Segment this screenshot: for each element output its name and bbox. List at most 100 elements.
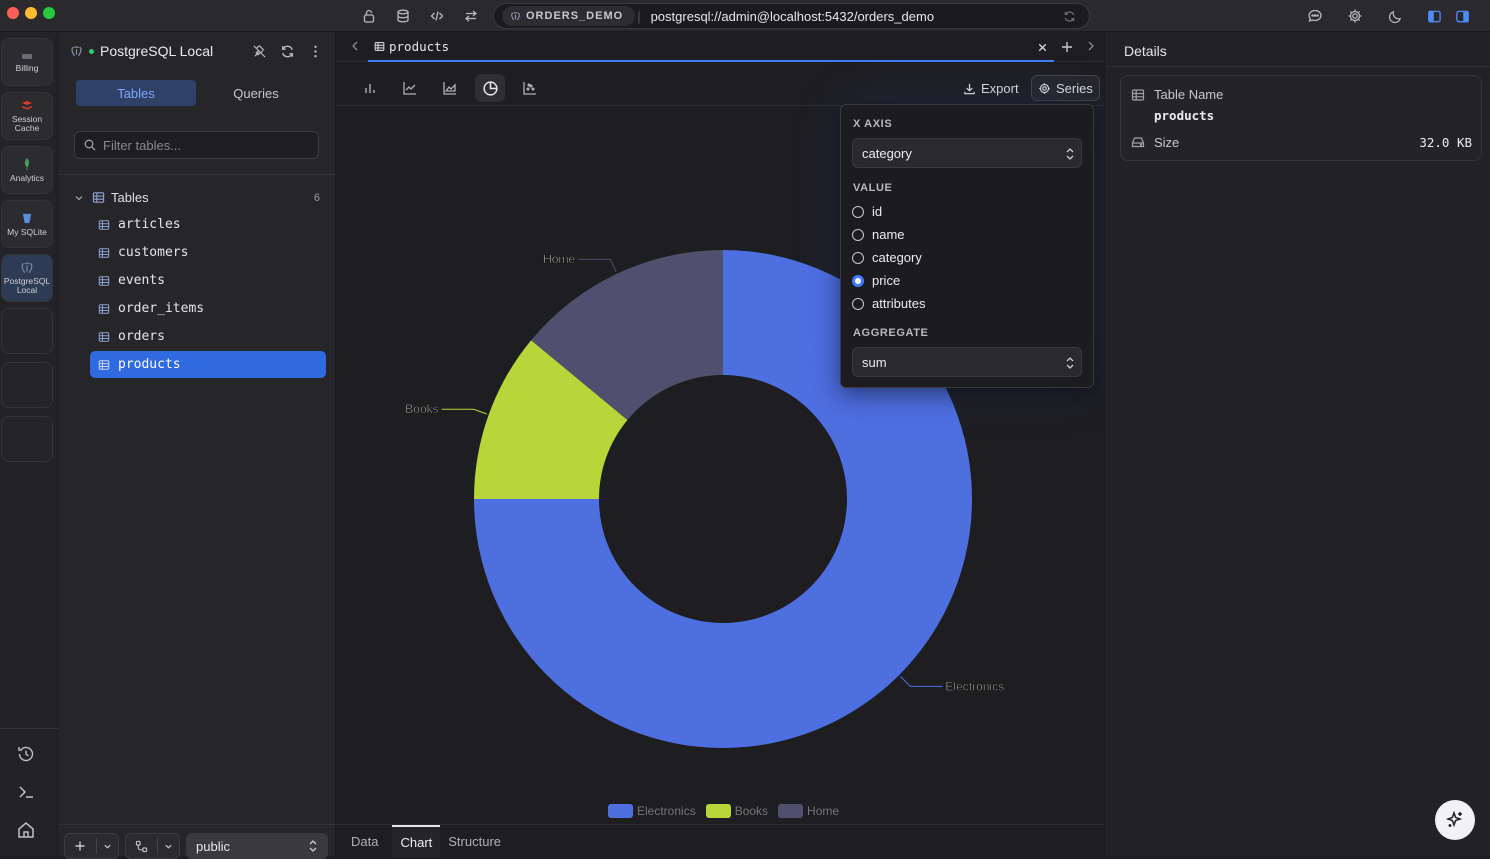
redis-icon: [22, 101, 32, 110]
x-axis-select[interactable]: category: [852, 138, 1082, 168]
minimize-window-button[interactable]: [25, 7, 37, 19]
chevron-left-icon[interactable]: [350, 40, 362, 54]
radio-button[interactable]: [852, 274, 864, 287]
rail-slot-empty[interactable]: [1, 416, 53, 462]
swap-icon[interactable]: [461, 6, 481, 26]
right-panel-toggle-icon[interactable]: [1452, 6, 1472, 26]
plus-icon: [75, 841, 85, 851]
ai-assistant-button[interactable]: [1435, 800, 1475, 840]
filter-tables-input[interactable]: Filter tables...: [74, 131, 319, 159]
value-option-price[interactable]: price: [852, 273, 900, 288]
table-item-articles[interactable]: articles: [90, 211, 326, 238]
rail-item-session-cache[interactable]: Session Cache: [1, 92, 53, 140]
left-panel-toggle-icon[interactable]: [1424, 6, 1444, 26]
connected-status-dot: [89, 48, 94, 54]
gear-icon[interactable]: [1345, 6, 1365, 26]
rail-item-postgresql-local[interactable]: PostgreSQL Local: [1, 254, 53, 302]
aggregate-select[interactable]: sum: [852, 347, 1082, 377]
gear-icon: [1039, 82, 1050, 94]
radio-button[interactable]: [852, 228, 864, 241]
moon-icon[interactable]: [1385, 6, 1405, 26]
rail-slot-empty[interactable]: [1, 362, 53, 408]
tab-chart[interactable]: Chart: [392, 825, 441, 857]
value-option-id[interactable]: id: [852, 204, 882, 219]
legend-item[interactable]: Home: [778, 804, 839, 818]
home-icon[interactable]: [16, 820, 38, 842]
legend-item[interactable]: Books: [705, 804, 768, 818]
series-popover: X AXIS category VALUE id name category pric…: [840, 104, 1094, 388]
rail-item-my-sqlite[interactable]: My SQLite: [1, 200, 53, 248]
connection-url: postgresql://admin@localhost:5432/orders…: [650, 8, 935, 24]
tables-group-header[interactable]: Tables 6: [74, 190, 320, 205]
table-item-label: products: [118, 357, 181, 372]
schema-tools-button[interactable]: [125, 833, 180, 859]
tables-count: 6: [313, 191, 320, 204]
legend-swatch: [608, 804, 633, 818]
pie-chart-icon[interactable]: [475, 74, 505, 102]
rail-item-analytics[interactable]: Analytics: [1, 146, 53, 194]
postgres-elephant-icon: [511, 11, 520, 20]
history-icon[interactable]: [16, 744, 38, 766]
radio-button[interactable]: [852, 251, 864, 264]
value-option-category[interactable]: category: [852, 250, 922, 265]
table-item-customers[interactable]: customers: [90, 239, 326, 266]
table-icon: [374, 41, 385, 51]
details-title: Details: [1124, 43, 1167, 59]
table-item-orders[interactable]: orders: [90, 323, 326, 350]
table-icon: [98, 359, 110, 371]
tables-heading: Tables: [111, 190, 149, 205]
chat-icon[interactable]: [1305, 6, 1325, 26]
new-tab-icon[interactable]: [1060, 40, 1074, 54]
value-option-name[interactable]: name: [852, 227, 905, 242]
rail-slot-empty[interactable]: [1, 308, 53, 354]
divider: [96, 838, 97, 854]
value-option-label: price: [872, 273, 901, 288]
tab-data[interactable]: Data: [343, 825, 386, 857]
tab-structure[interactable]: Structure: [440, 825, 509, 857]
bar-chart-icon[interactable]: [355, 74, 385, 102]
tab-queries[interactable]: Queries: [196, 80, 316, 106]
add-button[interactable]: [64, 833, 119, 859]
table-icon: [98, 219, 110, 231]
radio-button[interactable]: [852, 297, 864, 310]
refresh-icon[interactable]: [280, 44, 296, 60]
legend-label: Electronics: [637, 804, 696, 818]
tab-tables[interactable]: Tables: [76, 80, 196, 106]
chevron-right-icon[interactable]: [1086, 40, 1098, 54]
scatter-chart-icon[interactable]: [515, 74, 545, 102]
connection-bar[interactable]: ORDERS_DEMO | postgresql://admin@localho…: [493, 3, 1090, 29]
database-icon[interactable]: [393, 6, 413, 26]
x-axis-label: X AXIS: [853, 118, 893, 130]
table-item-order_items[interactable]: order_items: [90, 295, 326, 322]
refresh-connection-icon[interactable]: [1063, 10, 1077, 24]
slice-label: Electronics: [945, 679, 1004, 693]
hard-drive-icon: [1131, 135, 1145, 149]
legend-item[interactable]: Electronics: [608, 804, 696, 818]
table-item-products[interactable]: products: [90, 351, 326, 378]
leader-line: [578, 258, 617, 273]
code-icon[interactable]: [427, 6, 447, 26]
area-chart-icon[interactable]: [435, 74, 465, 102]
value-label: VALUE: [853, 182, 893, 194]
lock-icon[interactable]: [359, 6, 379, 26]
zoom-window-button[interactable]: [43, 7, 55, 19]
schema-select[interactable]: public: [186, 833, 328, 859]
connection-name: ORDERS_DEMO: [526, 10, 624, 22]
value-option-attributes[interactable]: attributes: [852, 296, 925, 311]
sidebar-footer: public: [58, 824, 336, 859]
series-button[interactable]: Series: [1031, 75, 1100, 101]
table-item-events[interactable]: events: [90, 267, 326, 294]
close-icon[interactable]: [1037, 42, 1048, 53]
line-chart-icon[interactable]: [395, 74, 425, 102]
more-options-icon[interactable]: [308, 44, 324, 60]
sidebar-header: PostgreSQL Local: [70, 43, 213, 59]
terminal-icon[interactable]: [16, 782, 38, 804]
export-button[interactable]: Export: [957, 75, 1025, 101]
disconnect-icon[interactable]: [252, 44, 268, 60]
radio-button[interactable]: [852, 205, 864, 218]
close-window-button[interactable]: [7, 7, 19, 19]
connection-badge[interactable]: ORDERS_DEMO: [502, 6, 636, 26]
tab-products[interactable]: products: [368, 32, 1054, 62]
rail-item-billing[interactable]: Billing: [1, 38, 53, 86]
updown-caret-icon: [309, 840, 317, 852]
